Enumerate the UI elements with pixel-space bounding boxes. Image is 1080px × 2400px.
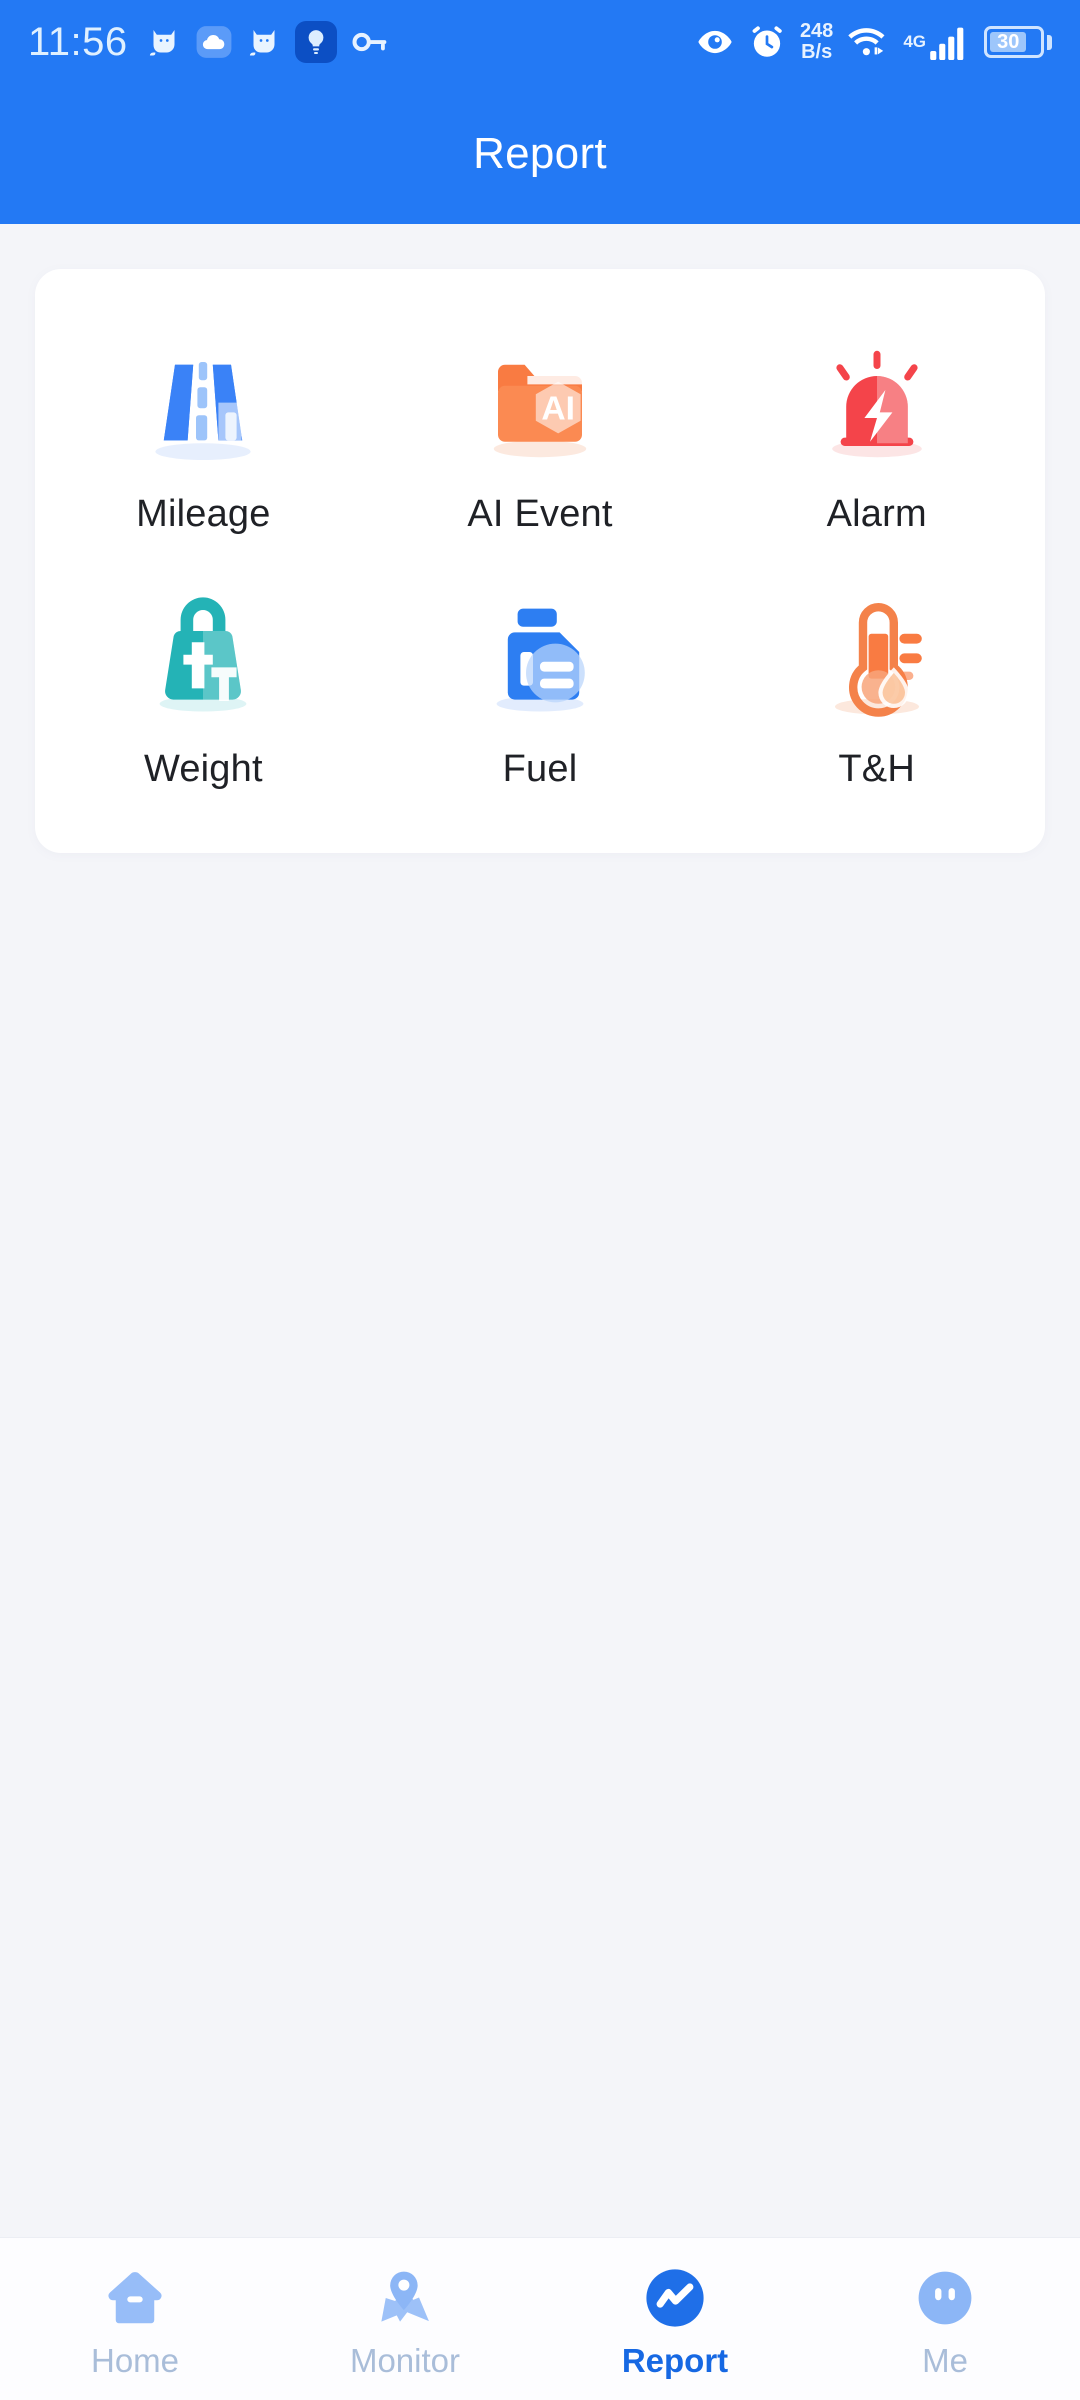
app-header: Report [0, 84, 1080, 224]
report-tile-label: Weight [143, 748, 263, 790]
road-icon [118, 329, 288, 479]
network-speed: 248 B/s [800, 21, 833, 63]
nav-item-home[interactable]: Home [0, 2238, 270, 2380]
alarm-clock-icon [748, 23, 786, 61]
eye-icon [696, 23, 734, 61]
network-speed-value: 248 [799, 20, 834, 42]
profile-icon [907, 2260, 983, 2336]
home-icon [97, 2260, 173, 2336]
report-tile-fuel[interactable]: Fuel [372, 570, 709, 801]
cellular-signal-icon: 4G [903, 24, 970, 60]
page-title: Report [473, 129, 607, 178]
wifi-icon [847, 24, 889, 60]
cat-icon [246, 24, 282, 60]
bottom-navigation-bar: Home Monitor Report Me [0, 2237, 1080, 2400]
status-bar: 11:56 248 B/s 4G 30 [0, 0, 1080, 84]
page-content: Mileage AI AI Event Alarm Weight Fuel T&… [0, 224, 1080, 2400]
report-tile-label: AI Event [467, 493, 613, 535]
mobile-network-label: 4G [903, 32, 926, 51]
status-bar-left: 11:56 [28, 20, 390, 65]
nav-item-label: Monitor [349, 2342, 461, 2379]
report-tile-label: Mileage [136, 493, 271, 535]
lightbulb-icon [294, 21, 337, 63]
fuel-can-icon [455, 584, 625, 734]
cloud-icon [195, 23, 233, 61]
report-category-card: Mileage AI AI Event Alarm Weight Fuel T&… [35, 269, 1045, 853]
report-grid-row: Weight Fuel T&H [35, 570, 1045, 801]
ai-folder-icon: AI [455, 329, 625, 479]
key-icon [350, 22, 390, 62]
report-tile-label: Alarm [826, 493, 927, 535]
report-tile-label: T&H [838, 748, 915, 790]
battery-level: 30 [990, 31, 1027, 53]
report-tile-label: Fuel [502, 748, 578, 790]
siren-icon [792, 329, 962, 479]
chart-line-icon [637, 2260, 713, 2336]
report-tile-alarm[interactable]: Alarm [708, 315, 1045, 546]
report-tile-mileage[interactable]: Mileage [35, 315, 372, 546]
svg-text:AI: AI [541, 390, 575, 427]
weight-icon [118, 584, 288, 734]
status-bar-right: 248 B/s 4G 30 [696, 21, 1052, 63]
nav-item-me[interactable]: Me [810, 2238, 1080, 2380]
battery-icon: 30 [984, 26, 1052, 58]
nav-item-label: Report [621, 2342, 729, 2379]
nav-item-label: Home [90, 2342, 180, 2379]
report-grid-row: Mileage AI AI Event Alarm [35, 315, 1045, 546]
nav-item-label: Me [922, 2342, 968, 2379]
report-tile-ai-event[interactable]: AI AI Event [372, 315, 709, 546]
thermometer-icon [792, 584, 962, 734]
nav-item-report[interactable]: Report [540, 2238, 810, 2380]
report-tile-temperature-humidity[interactable]: T&H [708, 570, 1045, 801]
network-speed-unit: B/s [801, 41, 833, 63]
nav-item-monitor[interactable]: Monitor [270, 2238, 540, 2380]
app-screen: 11:56 248 B/s 4G 30 Report Mileage AI AI… [0, 0, 1080, 2400]
report-tile-weight[interactable]: Weight [35, 570, 372, 801]
map-pin-icon [367, 2260, 443, 2336]
status-bar-clock: 11:56 [28, 19, 128, 64]
cat-icon [146, 24, 182, 60]
